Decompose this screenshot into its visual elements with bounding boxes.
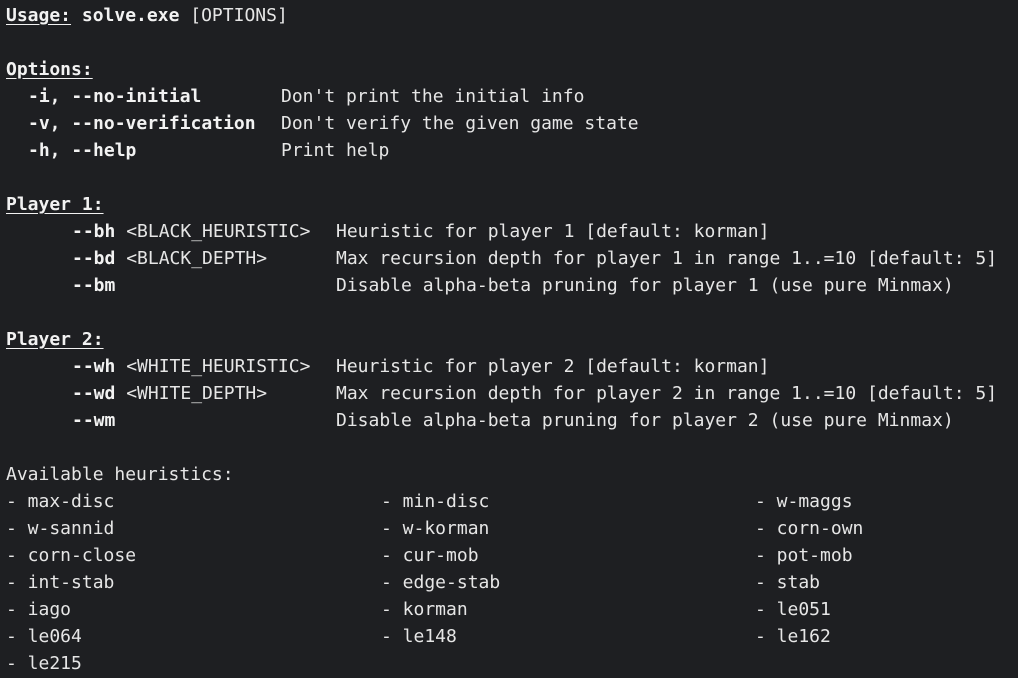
- heuristic-item: - korman: [381, 599, 468, 620]
- heuristic-item: - max-disc: [6, 491, 115, 512]
- options-heading: Options:: [6, 59, 93, 80]
- player1-heading: Player 1:: [6, 194, 104, 215]
- heuristics-row: - w-sannid - w-korman - corn-own: [6, 515, 1016, 542]
- option-description: Don't print the initial info: [281, 86, 585, 107]
- heuristics-row: - corn-close - cur-mob - pot-mob: [6, 542, 1016, 569]
- usage-line: Usage: solve.exe [OPTIONS]: [6, 2, 1016, 29]
- option-description: Don't verify the given game state: [281, 113, 639, 134]
- player1-option-row: --bm Disable alpha-beta pruning for playe…: [6, 272, 1016, 299]
- player1-value: <BLACK_HEURISTIC>: [115, 221, 311, 242]
- heuristic-item: - int-stab: [6, 572, 115, 593]
- terminal-output: Usage: solve.exe [OPTIONS] Options: -i, …: [6, 2, 1016, 677]
- heuristic-item: - cur-mob: [381, 545, 479, 566]
- player2-value: <WHITE_HEURISTIC>: [115, 356, 311, 377]
- heuristic-item: - le148: [381, 626, 457, 647]
- heuristic-item: - w-maggs: [755, 491, 853, 512]
- heuristics-heading: Available heuristics:: [6, 464, 234, 485]
- heuristics-heading-line: Available heuristics:: [6, 461, 1016, 488]
- usage-command: solve.exe: [81, 5, 180, 26]
- heuristic-item: - stab: [755, 572, 821, 593]
- heuristic-item: - corn-own: [755, 518, 864, 539]
- usage-args: [OPTIONS]: [179, 5, 288, 26]
- player2-heading-line: Player 2:: [6, 326, 1016, 353]
- option-flags: -v, --no-verification: [28, 113, 256, 134]
- player1-description: Heuristic for player 1 [default: korman]: [336, 221, 770, 242]
- player2-flag: --wd: [72, 383, 116, 404]
- player2-flag: --wh: [72, 356, 116, 377]
- options-heading-line: Options:: [6, 56, 1016, 83]
- player1-option-row: --bd <BLACK_DEPTH> Max recursion depth fo…: [6, 245, 1016, 272]
- heuristic-item: - min-disc: [381, 491, 490, 512]
- heuristic-item: - le064: [6, 626, 82, 647]
- heuristic-item: - w-sannid: [6, 518, 115, 539]
- heuristic-item: - corn-close: [6, 545, 137, 566]
- option-row: -v, --no-verification Don't verify the gi…: [6, 110, 1016, 137]
- option-row: -h, --help Print help: [6, 137, 1016, 164]
- option-row: -i, --no-initial Don't print the initial …: [6, 83, 1016, 110]
- heuristic-item: - le215: [6, 653, 82, 674]
- player1-heading-line: Player 1:: [6, 191, 1016, 218]
- player2-option-row: --wh <WHITE_HEURISTIC> Heuristic for play…: [6, 353, 1016, 380]
- player1-flag: --bm: [72, 275, 116, 296]
- player1-description: Max recursion depth for player 1 in rang…: [336, 248, 998, 269]
- heuristics-row: - iago - korman - le051: [6, 596, 1016, 623]
- player1-flag: --bd: [72, 248, 116, 269]
- heuristics-row: - le064 - le148 - le162: [6, 623, 1016, 650]
- player1-description: Disable alpha-beta pruning for player 1 …: [336, 275, 954, 296]
- heuristics-row: - max-disc - min-disc - w-maggs: [6, 488, 1016, 515]
- heuristic-item: - edge-stab: [381, 572, 501, 593]
- player2-description: Max recursion depth for player 2 in rang…: [336, 383, 998, 404]
- heuristic-item: - pot-mob: [755, 545, 853, 566]
- heuristics-row: - int-stab - edge-stab - stab: [6, 569, 1016, 596]
- heuristic-item: - iago: [6, 599, 72, 620]
- player2-value: <WHITE_DEPTH>: [115, 383, 268, 404]
- player2-flag: --wm: [72, 410, 116, 431]
- option-description: Print help: [281, 140, 390, 161]
- player2-description: Heuristic for player 2 [default: korman]: [336, 356, 770, 377]
- heuristics-row: - le215: [6, 650, 1016, 677]
- player1-option-row: --bh <BLACK_HEURISTIC> Heuristic for play…: [6, 218, 1016, 245]
- player1-flag: --bh: [72, 221, 116, 242]
- heuristic-item: - le051: [755, 599, 831, 620]
- player2-heading: Player 2:: [6, 329, 104, 350]
- heuristic-item: - le162: [755, 626, 831, 647]
- option-flags: -h, --help: [28, 140, 137, 161]
- player1-value: <BLACK_DEPTH>: [115, 248, 268, 269]
- player2-option-row: --wd <WHITE_DEPTH> Max recursion depth fo…: [6, 380, 1016, 407]
- player2-description: Disable alpha-beta pruning for player 2 …: [336, 410, 954, 431]
- heuristic-item: - w-korman: [381, 518, 490, 539]
- option-flags: -i, --no-initial: [28, 86, 202, 107]
- player2-option-row: --wm Disable alpha-beta pruning for playe…: [6, 407, 1016, 434]
- usage-label: Usage:: [6, 5, 72, 26]
